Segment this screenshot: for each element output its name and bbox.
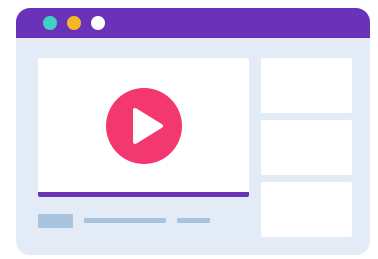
video-progress-bar[interactable] bbox=[38, 192, 249, 197]
video-progress-fill bbox=[38, 192, 249, 197]
video-player[interactable] bbox=[38, 58, 249, 197]
channel-avatar-placeholder bbox=[38, 214, 73, 228]
close-dot-icon[interactable] bbox=[43, 16, 57, 30]
related-video-thumbnail[interactable] bbox=[261, 58, 352, 113]
window-titlebar bbox=[16, 8, 370, 38]
browser-window bbox=[16, 8, 370, 255]
related-video-thumbnail[interactable] bbox=[261, 182, 352, 237]
video-title-placeholder bbox=[84, 218, 166, 223]
play-icon bbox=[106, 88, 182, 164]
video-meta-placeholder bbox=[177, 218, 210, 223]
play-button[interactable] bbox=[106, 88, 182, 164]
maximize-dot-icon[interactable] bbox=[91, 16, 105, 30]
minimize-dot-icon[interactable] bbox=[67, 16, 81, 30]
related-video-thumbnail[interactable] bbox=[261, 120, 352, 175]
